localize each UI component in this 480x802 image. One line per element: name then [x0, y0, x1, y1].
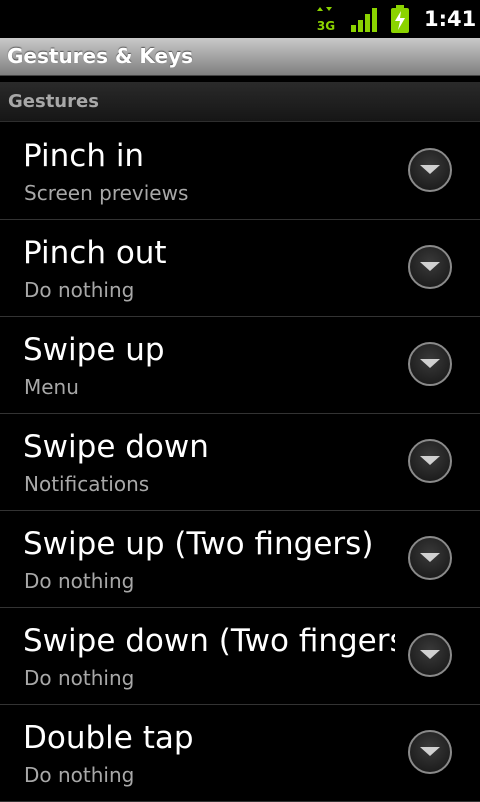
- dropdown-button[interactable]: [408, 342, 452, 386]
- battery-charging-icon: [391, 5, 409, 33]
- chevron-down-icon: [420, 747, 440, 756]
- gesture-summary: Screen previews: [24, 181, 189, 205]
- gesture-title: Pinch out: [23, 235, 167, 271]
- chevron-down-icon: [420, 456, 440, 465]
- gesture-row-swipe-up[interactable]: Swipe up Menu: [0, 317, 480, 414]
- section-header: Gestures: [0, 82, 480, 122]
- gesture-summary: Do nothing: [24, 278, 135, 302]
- gesture-title: Swipe up: [23, 332, 165, 368]
- gesture-row-double-tap[interactable]: Double tap Do nothing: [0, 705, 480, 802]
- gesture-list: Pinch in Screen previews Pinch out Do no…: [0, 123, 480, 802]
- chevron-down-icon: [420, 165, 440, 174]
- chevron-down-icon: [420, 359, 440, 368]
- gesture-title: Swipe down (Two fingers): [23, 623, 395, 659]
- gesture-summary: Notifications: [24, 472, 150, 496]
- gesture-title: Double tap: [23, 720, 194, 756]
- chevron-down-icon: [420, 650, 440, 659]
- gesture-title: Swipe down: [23, 429, 209, 465]
- gesture-row-swipe-down-two-fingers[interactable]: Swipe down (Two fingers) Do nothing: [0, 608, 480, 705]
- gesture-title: Swipe up (Two fingers): [23, 526, 374, 562]
- gesture-row-swipe-down[interactable]: Swipe down Notifications: [0, 414, 480, 511]
- gesture-summary: Do nothing: [24, 763, 135, 787]
- dropdown-button[interactable]: [408, 439, 452, 483]
- gesture-summary: Do nothing: [24, 666, 135, 690]
- chevron-down-icon: [420, 262, 440, 271]
- title-bar: Gestures & Keys: [0, 38, 480, 76]
- clock: 1:41: [424, 7, 477, 31]
- gesture-summary: Do nothing: [24, 569, 135, 593]
- gesture-title: Pinch in: [23, 138, 145, 174]
- dropdown-button[interactable]: [408, 730, 452, 774]
- gesture-row-swipe-up-two-fingers[interactable]: Swipe up (Two fingers) Do nothing: [0, 511, 480, 608]
- dropdown-button[interactable]: [408, 245, 452, 289]
- signal-bars-icon: [351, 8, 377, 32]
- dropdown-button[interactable]: [408, 536, 452, 580]
- page-title: Gestures & Keys: [7, 44, 194, 68]
- section-label: Gestures: [8, 91, 99, 112]
- network-3g-icon: 3G: [317, 7, 335, 32]
- svg-text:3G: 3G: [317, 19, 335, 32]
- gesture-row-pinch-in[interactable]: Pinch in Screen previews: [0, 123, 480, 220]
- status-bar: 3G 1:41: [0, 0, 480, 38]
- chevron-down-icon: [420, 553, 440, 562]
- dropdown-button[interactable]: [408, 633, 452, 677]
- gesture-row-pinch-out[interactable]: Pinch out Do nothing: [0, 220, 480, 317]
- dropdown-button[interactable]: [408, 148, 452, 192]
- gesture-summary: Menu: [24, 375, 79, 399]
